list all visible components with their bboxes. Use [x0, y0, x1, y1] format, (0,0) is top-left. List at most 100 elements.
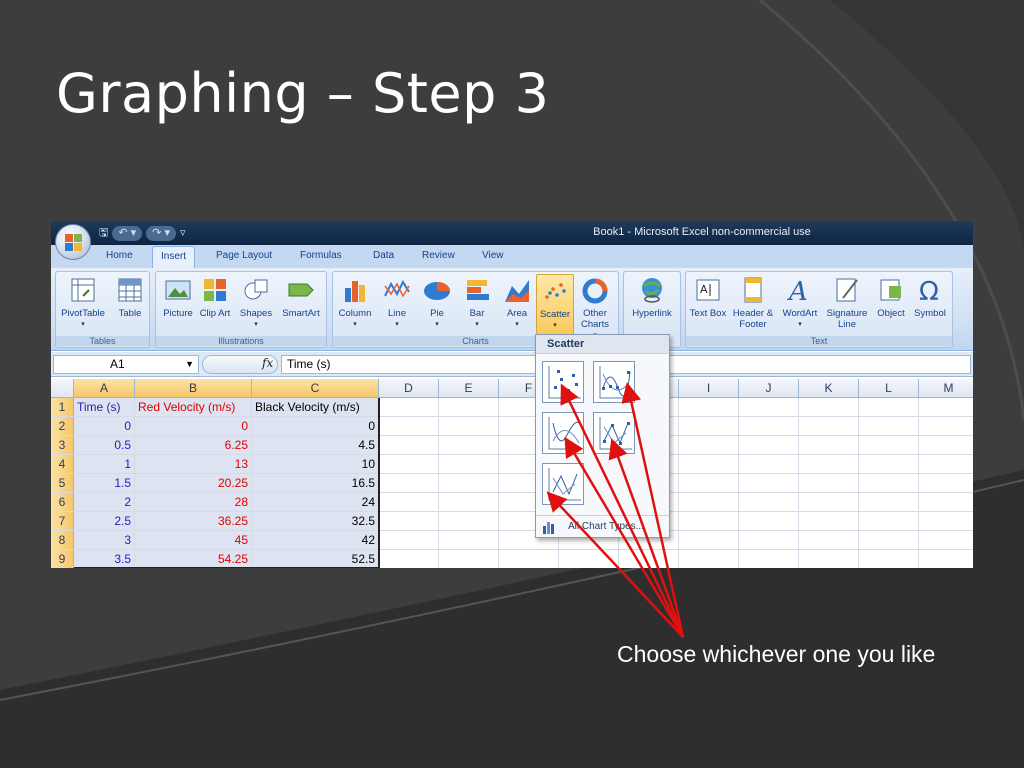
cell[interactable]	[799, 474, 859, 493]
cell[interactable]	[739, 493, 799, 512]
cell[interactable]: 4.5	[252, 436, 379, 455]
tab-review[interactable]: Review	[422, 250, 455, 261]
cell[interactable]	[919, 493, 973, 512]
cell[interactable]	[739, 512, 799, 531]
cell[interactable]	[379, 436, 439, 455]
row-header[interactable]: 3	[51, 436, 74, 455]
cell[interactable]	[439, 550, 499, 568]
tab-formulas[interactable]: Formulas	[300, 250, 342, 261]
tab-page-layout[interactable]: Page Layout	[216, 250, 272, 261]
column-header[interactable]: B	[135, 379, 252, 398]
cell[interactable]	[799, 455, 859, 474]
cell[interactable]: 0	[74, 417, 135, 436]
cell[interactable]	[919, 436, 973, 455]
cell[interactable]	[859, 531, 919, 550]
cell[interactable]	[859, 417, 919, 436]
select-all-corner[interactable]	[51, 379, 74, 398]
cell[interactable]	[379, 493, 439, 512]
cell[interactable]	[739, 531, 799, 550]
cell[interactable]: 28	[135, 493, 252, 512]
cell[interactable]	[379, 550, 439, 568]
tab-home[interactable]: Home	[106, 250, 133, 261]
row-header[interactable]: 7	[51, 512, 74, 531]
cell[interactable]	[379, 474, 439, 493]
bar-chart-button[interactable]: Bar ▾	[457, 274, 497, 330]
cell[interactable]	[859, 474, 919, 493]
cell[interactable]	[679, 550, 739, 568]
symbol-button[interactable]: Ω Symbol	[910, 274, 950, 319]
row-header[interactable]: 4	[51, 455, 74, 474]
cell[interactable]: Red Velocity (m/s)	[135, 398, 252, 417]
cell[interactable]: 24	[252, 493, 379, 512]
row-header[interactable]: 6	[51, 493, 74, 512]
cell[interactable]: 2	[74, 493, 135, 512]
line-chart-button[interactable]: Line ▾	[377, 274, 417, 330]
all-chart-types-link[interactable]: All Chart Types...	[536, 515, 669, 537]
cell[interactable]	[439, 417, 499, 436]
column-header[interactable]: E	[439, 379, 499, 398]
tab-insert[interactable]: Insert	[152, 246, 196, 268]
cell[interactable]	[439, 531, 499, 550]
cell[interactable]: 52.5	[252, 550, 379, 568]
pie-chart-button[interactable]: Pie ▾	[417, 274, 457, 330]
cell[interactable]	[379, 512, 439, 531]
header-footer-button[interactable]: Header & Footer	[728, 274, 778, 330]
signature-line-button[interactable]: Signature Line	[822, 274, 872, 330]
cell[interactable]: 0	[252, 417, 379, 436]
row-header[interactable]: 1	[51, 398, 74, 417]
cell[interactable]	[859, 455, 919, 474]
scatter-straight-lines-option[interactable]	[542, 463, 584, 505]
hyperlink-button[interactable]: Hyperlink	[626, 274, 678, 319]
cell[interactable]	[679, 436, 739, 455]
textbox-button[interactable]: A Text Box	[688, 274, 728, 319]
cell[interactable]: 45	[135, 531, 252, 550]
table-button[interactable]: Table	[110, 274, 150, 319]
cell[interactable]	[859, 550, 919, 568]
area-chart-button[interactable]: Area ▾	[497, 274, 537, 330]
column-chart-button[interactable]: Column ▾	[335, 274, 375, 330]
cell[interactable]	[919, 550, 973, 568]
cell[interactable]: Black Velocity (m/s)	[252, 398, 379, 417]
clipart-button[interactable]: Clip Art	[198, 274, 232, 319]
row-header[interactable]: 5	[51, 474, 74, 493]
cell[interactable]: 6.25	[135, 436, 252, 455]
row-header[interactable]: 2	[51, 417, 74, 436]
cell[interactable]	[859, 436, 919, 455]
column-header[interactable]: I	[679, 379, 739, 398]
cell[interactable]: 16.5	[252, 474, 379, 493]
fx-icon[interactable]: fx	[262, 356, 273, 370]
cell[interactable]: 20.25	[135, 474, 252, 493]
cell[interactable]	[439, 512, 499, 531]
tab-data[interactable]: Data	[373, 250, 394, 261]
cell[interactable]: 54.25	[135, 550, 252, 568]
row-header[interactable]: 8	[51, 531, 74, 550]
cell[interactable]: 36.25	[135, 512, 252, 531]
cell[interactable]	[379, 455, 439, 474]
cell[interactable]	[919, 531, 973, 550]
cell[interactable]	[619, 550, 679, 568]
cell[interactable]	[919, 474, 973, 493]
other-charts-button[interactable]: Other Charts▾	[575, 274, 615, 341]
cell[interactable]	[739, 417, 799, 436]
cell[interactable]: 13	[135, 455, 252, 474]
cell[interactable]	[379, 417, 439, 436]
smartart-button[interactable]: SmartArt	[278, 274, 324, 319]
cell[interactable]	[739, 550, 799, 568]
cell[interactable]	[559, 550, 619, 568]
cell[interactable]	[739, 436, 799, 455]
cell[interactable]	[679, 398, 739, 417]
name-box[interactable]: A1 ▼	[53, 355, 199, 374]
cell[interactable]	[919, 512, 973, 531]
picture-button[interactable]: Picture	[158, 274, 198, 319]
cell[interactable]	[439, 455, 499, 474]
scatter-straight-markers-option[interactable]	[593, 412, 635, 454]
cell[interactable]	[439, 398, 499, 417]
scatter-markers-option[interactable]	[542, 361, 584, 403]
column-header[interactable]: D	[379, 379, 439, 398]
cell[interactable]: 3.5	[74, 550, 135, 568]
cell[interactable]	[799, 436, 859, 455]
office-button[interactable]	[55, 224, 91, 260]
cell[interactable]	[499, 550, 559, 568]
cell[interactable]: 2.5	[74, 512, 135, 531]
cell[interactable]	[919, 455, 973, 474]
